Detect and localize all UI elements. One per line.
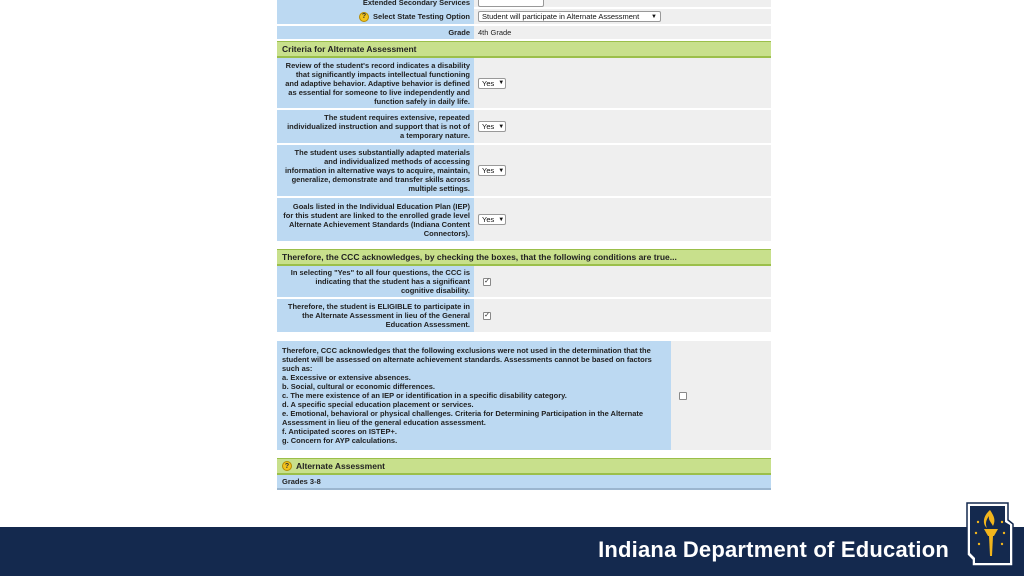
criteria-row: Goals listed in the Individual Education… — [277, 198, 771, 243]
exclusions-intro: Therefore, CCC acknowledges that the fol… — [282, 346, 652, 373]
testing-option-select[interactable]: Student will participate in Alternate As… — [478, 11, 661, 22]
help-question-icon[interactable]: ? — [282, 461, 292, 471]
criteria-answer-value: Yes — [482, 78, 495, 88]
criteria-answer-value: Yes — [482, 215, 495, 224]
dropdown-arrow-icon: ▼ — [498, 167, 505, 174]
acknowledge-row: Therefore, the student is ELIGIBLE to pa… — [277, 299, 771, 334]
criteria-question: The student uses substantially adapted m… — [277, 145, 474, 196]
grades-row: Grades 3-8 — [277, 475, 771, 490]
acknowledge-checkbox[interactable]: ✓ — [483, 277, 491, 286]
exclusion-item: f. Anticipated scores on ISTEP+. — [282, 427, 397, 436]
grade-label: Grade — [277, 26, 474, 39]
footer-banner: Indiana Department of Education — [0, 527, 1024, 576]
exclusion-item: a. Excessive or extensive absences. — [282, 373, 411, 382]
acknowledge-checkbox[interactable]: ✓ — [483, 311, 491, 320]
testing-option-label-cell: ? Select State Testing Option — [277, 9, 474, 24]
criteria-question: Goals listed in the Individual Education… — [277, 198, 474, 241]
alternate-assessment-header: ? Alternate Assessment — [277, 458, 771, 475]
exclusion-item: b. Social, cultural or economic differen… — [282, 382, 435, 391]
acknowledge-title: Therefore, the CCC acknowledges, by chec… — [282, 252, 677, 262]
acknowledge-statement: Therefore, the student is ELIGIBLE to pa… — [277, 299, 474, 332]
acknowledge-statement: In selecting "Yes" to all four questions… — [277, 266, 474, 297]
criteria-answer-select[interactable]: Yes ▼ — [478, 77, 506, 89]
criteria-row: The student uses substantially adapted m… — [277, 145, 771, 198]
exclusions-checkbox[interactable] — [679, 391, 687, 400]
exclusions-row: Therefore, CCC acknowledges that the fol… — [277, 341, 771, 450]
help-question-icon[interactable]: ? — [359, 11, 370, 22]
extended-services-select[interactable] — [478, 0, 544, 7]
criteria-title: Criteria for Alternate Assessment — [282, 44, 417, 54]
acknowledge-row: In selecting "Yes" to all four questions… — [277, 266, 771, 299]
criteria-question: Review of the student's record indicates… — [277, 58, 474, 108]
criteria-row: The student requires extensive, repeated… — [277, 110, 771, 145]
grades-label: Grades 3-8 — [282, 477, 321, 486]
dropdown-arrow-icon: ▼ — [498, 123, 505, 130]
criteria-row: Review of the student's record indicates… — [277, 58, 771, 110]
criteria-question: The student requires extensive, repeated… — [277, 110, 474, 143]
extended-services-row: Extended Secondary Services — [277, 0, 771, 9]
extended-services-label: Extended Secondary Services — [277, 0, 474, 9]
testing-option-row: ? Select State Testing Option Student wi… — [277, 9, 771, 26]
dropdown-arrow-icon: ▼ — [498, 80, 505, 86]
grade-value: 4th Grade — [478, 28, 512, 37]
criteria-section-header: Criteria for Alternate Assessment — [277, 41, 771, 58]
alternate-assessment-title: Alternate Assessment — [296, 461, 385, 471]
acknowledge-section-header: Therefore, the CCC acknowledges, by chec… — [277, 249, 771, 266]
footer-brand: Indiana Department of Education — [598, 537, 949, 562]
exclusion-item: g. Concern for AYP calculations. — [282, 436, 398, 445]
criteria-answer-select[interactable]: Yes ▼ — [478, 121, 506, 132]
indiana-torch-logo — [966, 502, 1014, 567]
exclusions-text: Therefore, CCC acknowledges that the fol… — [277, 341, 671, 450]
testing-option-label: Select State Testing Option — [373, 12, 470, 21]
dropdown-arrow-icon: ▼ — [651, 13, 657, 20]
exclusion-item: c. The mere existence of an IEP or ident… — [282, 391, 567, 400]
alternate-assessment-form: Extended Secondary Services ? Select Sta… — [277, 0, 771, 490]
exclusion-item: d. A specific special education placemen… — [282, 400, 474, 409]
grade-row: Grade 4th Grade — [277, 26, 771, 41]
criteria-answer-select[interactable]: Yes ▼ — [478, 214, 506, 225]
criteria-answer-value: Yes — [482, 166, 495, 175]
dropdown-arrow-icon: ▼ — [498, 216, 505, 223]
exclusion-item: e. Emotional, behavioral or physical cha… — [282, 409, 644, 427]
testing-option-value: Student will participate in Alternate As… — [482, 12, 640, 21]
criteria-answer-select[interactable]: Yes ▼ — [478, 165, 506, 176]
criteria-answer-value: Yes — [482, 122, 495, 131]
